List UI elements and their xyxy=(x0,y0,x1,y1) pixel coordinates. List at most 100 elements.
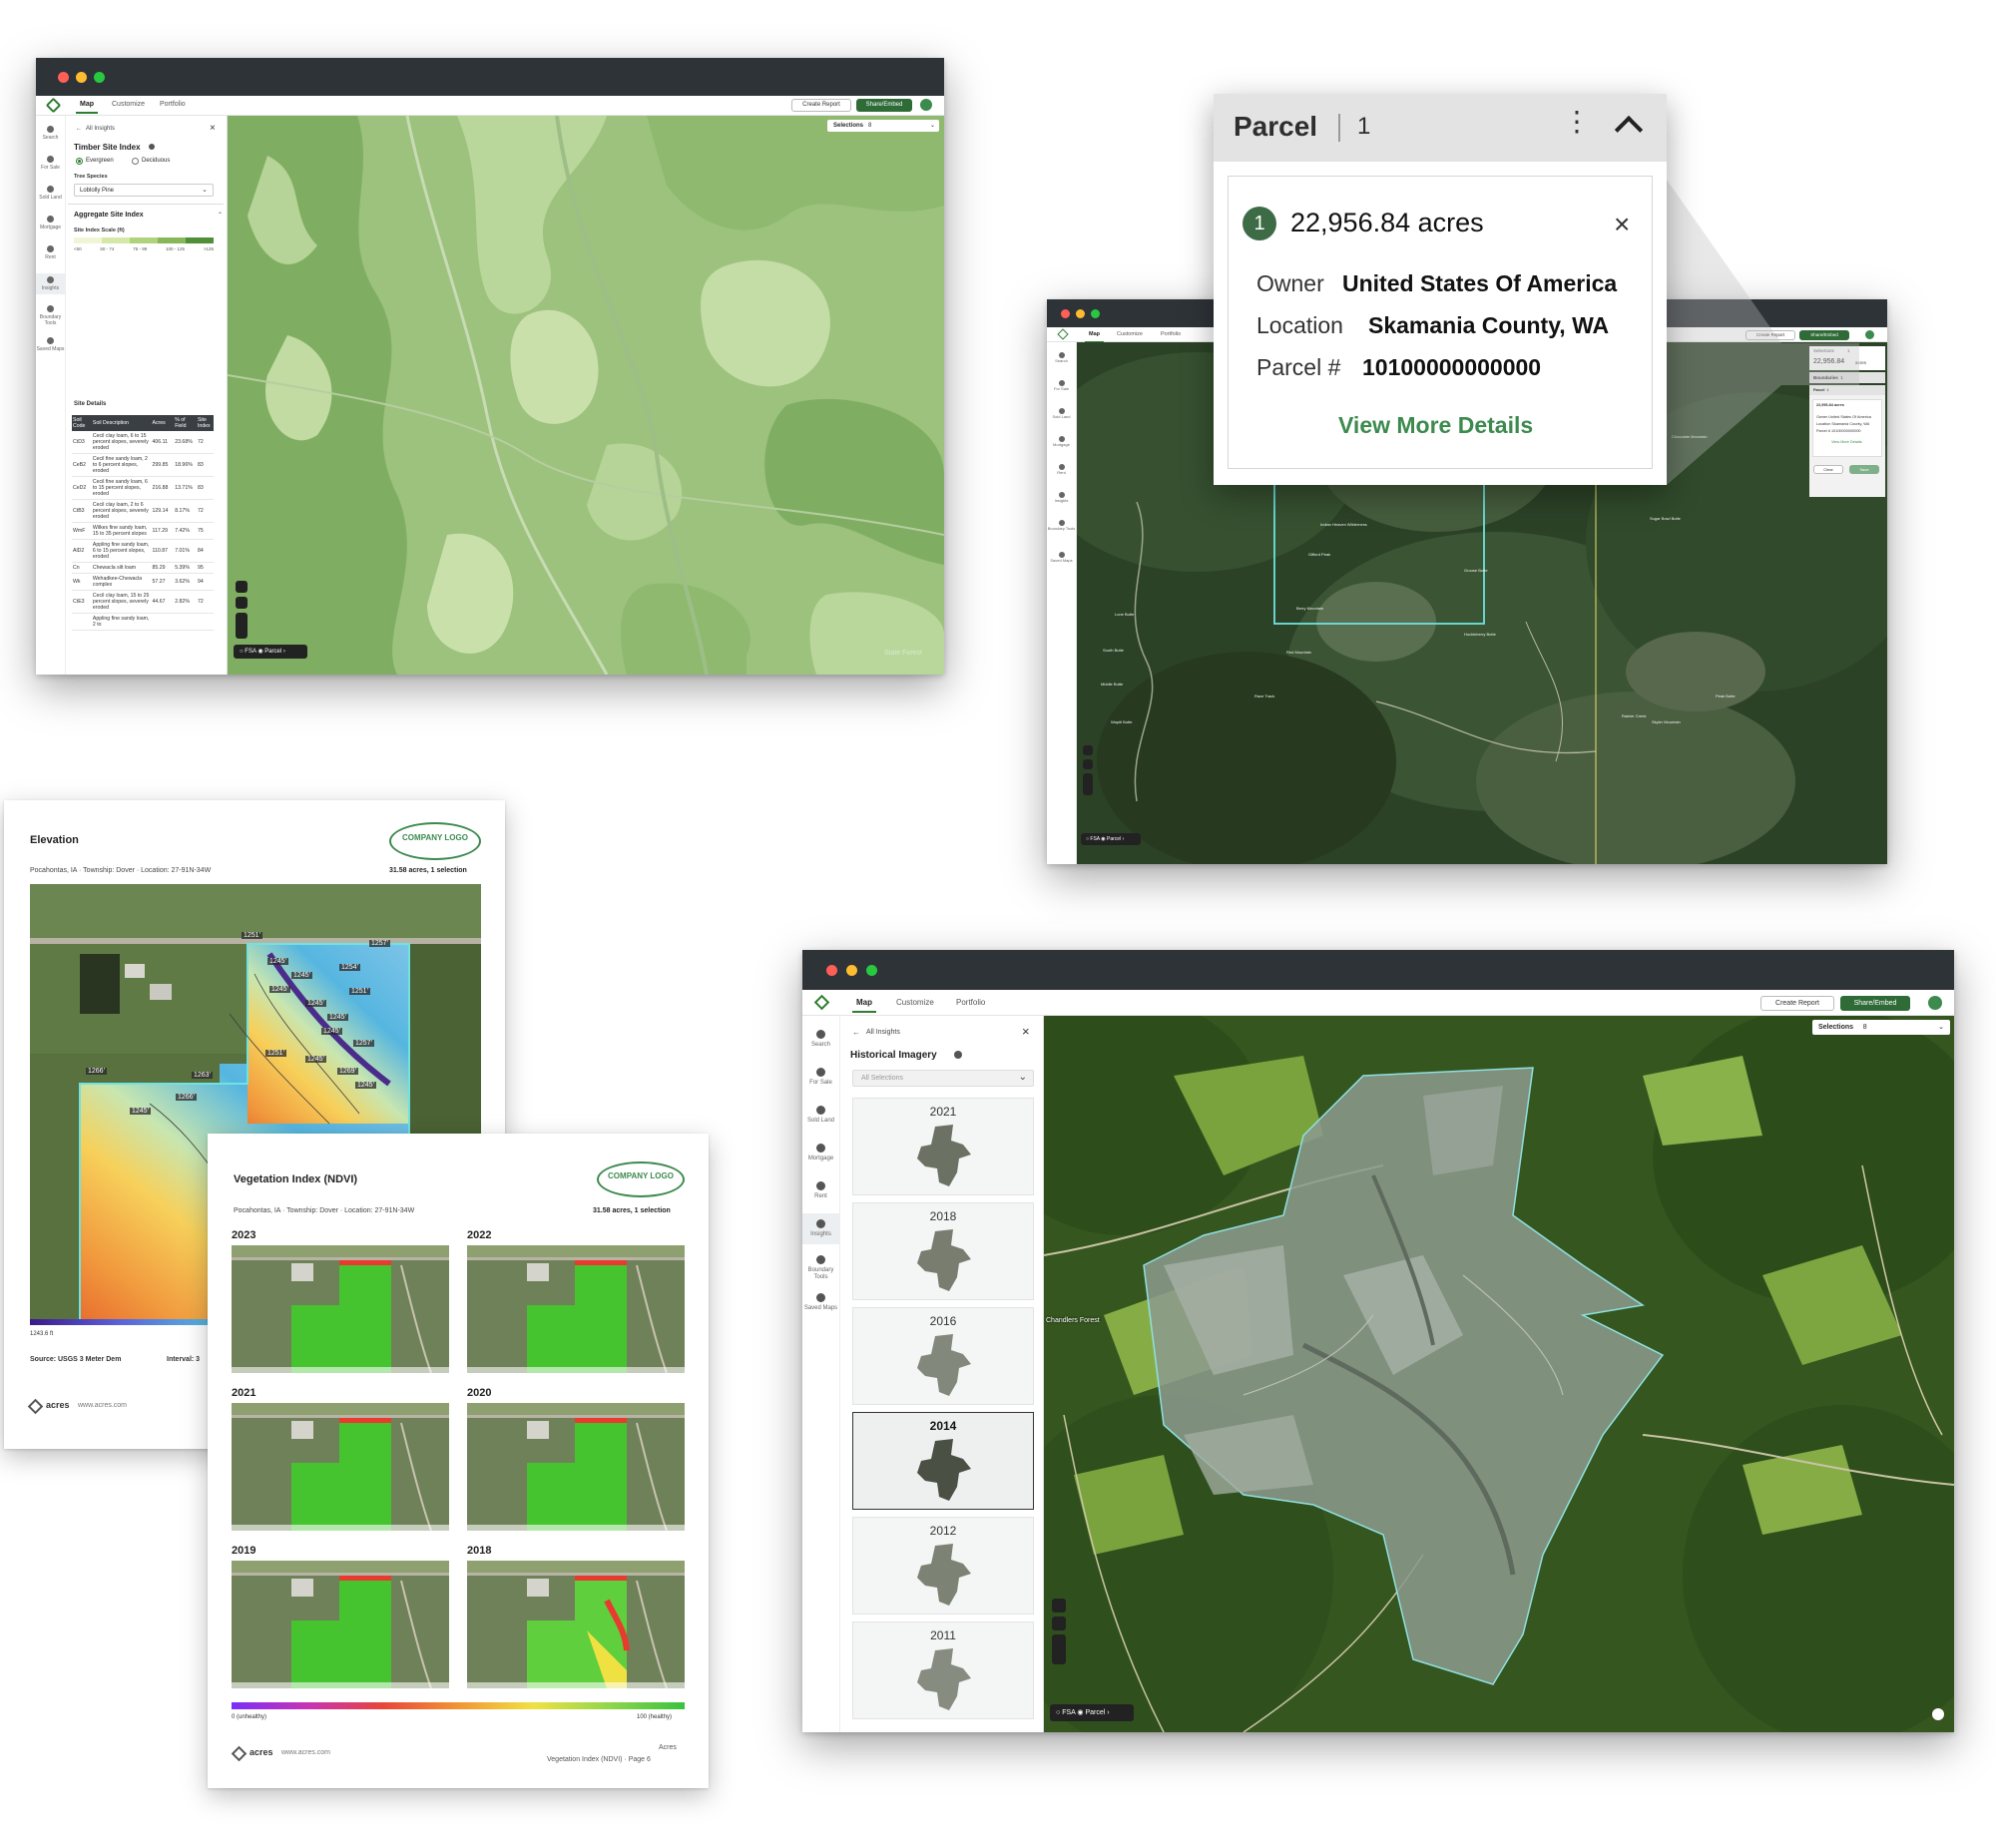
tab-customize[interactable]: Customize xyxy=(896,998,934,1007)
rail-saved-maps[interactable]: Saved Maps xyxy=(36,337,65,352)
avatar[interactable] xyxy=(920,99,932,111)
tab-map[interactable]: Map xyxy=(1085,331,1104,343)
radio-evergreen[interactable] xyxy=(76,158,83,165)
maximize-window-dot[interactable] xyxy=(94,72,105,83)
selections-box[interactable]: Selections 1 22,956.84 acres xyxy=(1809,346,1885,370)
close-window-dot[interactable] xyxy=(58,72,69,83)
info-icon[interactable] xyxy=(149,144,155,150)
settings-icon[interactable] xyxy=(1052,1599,1066,1613)
clear-button[interactable]: Clear xyxy=(1813,465,1843,474)
rail-boundary-tools[interactable]: Boundary Tools xyxy=(802,1255,839,1281)
table-header-cell[interactable]: Soil Code xyxy=(72,415,92,431)
info-icon[interactable] xyxy=(954,1051,962,1059)
create-report-button[interactable]: Create Report xyxy=(1760,996,1834,1011)
selections-dropdown[interactable]: Selections 8 ⌄ xyxy=(1812,1020,1950,1035)
view-more-details-link[interactable]: View More Details xyxy=(1338,412,1533,439)
rail-for-sale[interactable]: For Sale xyxy=(1047,380,1076,391)
maximize-window-dot[interactable] xyxy=(1091,309,1100,318)
imagery-year-card[interactable]: 2011 xyxy=(852,1621,1034,1719)
rail-for-sale[interactable]: For Sale xyxy=(36,156,65,171)
close-icon[interactable]: × xyxy=(1614,209,1630,240)
settings-icon[interactable] xyxy=(1083,745,1093,755)
close-window-dot[interactable] xyxy=(1061,309,1070,318)
radio-deciduous[interactable] xyxy=(132,158,139,165)
layer-toggle[interactable]: ○ FSA ◉ Parcel › xyxy=(234,645,307,659)
rail-mortgage[interactable]: Mortgage xyxy=(36,216,65,231)
locate-icon[interactable] xyxy=(1052,1617,1066,1630)
rail-rent[interactable]: Rent xyxy=(1047,464,1076,475)
back-arrow-icon[interactable]: ← xyxy=(76,126,82,132)
rail-saved-maps[interactable]: Saved Maps xyxy=(1047,552,1076,563)
rail-for-sale[interactable]: For Sale xyxy=(802,1068,839,1087)
table-header-cell[interactable]: Site Index xyxy=(196,415,214,431)
all-insights-link[interactable]: All Insights xyxy=(86,126,115,132)
table-header-cell[interactable]: % of Field xyxy=(174,415,197,431)
rail-mortgage[interactable]: Mortgage xyxy=(1047,436,1076,447)
locate-icon[interactable] xyxy=(1083,759,1093,769)
back-arrow-icon[interactable]: ← xyxy=(852,1028,860,1037)
create-report-button[interactable]: Create Report xyxy=(791,99,851,112)
minimize-window-dot[interactable] xyxy=(1076,309,1085,318)
more-vertical-icon[interactable]: ⋮ xyxy=(1563,108,1591,136)
zoom-control[interactable] xyxy=(236,613,248,639)
rail-insights[interactable]: Insights xyxy=(1047,492,1076,503)
mini-view-more-link[interactable]: View More Details xyxy=(1831,440,1862,444)
tab-portfolio[interactable]: Portfolio xyxy=(956,998,985,1007)
help-icon[interactable] xyxy=(1932,1708,1944,1720)
chevron-up-icon[interactable] xyxy=(1614,115,1644,145)
rail-insights[interactable]: Insights xyxy=(36,273,65,294)
rail-boundary-tools[interactable]: Boundary Tools xyxy=(1047,520,1076,531)
collapse-icon[interactable]: ⌃ xyxy=(218,212,223,219)
acres-logo-icon[interactable] xyxy=(813,994,830,1011)
imagery-year-card[interactable]: 2021 xyxy=(852,1098,1034,1195)
rail-sold-land[interactable]: Sold Land xyxy=(36,186,65,201)
locate-icon[interactable] xyxy=(236,597,248,609)
rail-sold-land[interactable]: Sold Land xyxy=(802,1106,839,1125)
rail-search[interactable]: Search xyxy=(36,126,65,141)
rail-insights[interactable]: Insights xyxy=(802,1213,839,1244)
avatar[interactable] xyxy=(1865,330,1874,339)
all-insights-link[interactable]: All Insights xyxy=(866,1029,900,1036)
rail-search[interactable]: Search xyxy=(1047,352,1076,363)
layer-toggle[interactable]: ○ FSA ◉ Parcel › xyxy=(1050,1704,1134,1721)
rail-search[interactable]: Search xyxy=(802,1030,839,1049)
rail-rent[interactable]: Rent xyxy=(802,1181,839,1200)
imagery-year-card[interactable]: 2012 xyxy=(852,1517,1034,1615)
tab-portfolio[interactable]: Portfolio xyxy=(160,101,186,108)
imagery-year-card[interactable]: 2016 xyxy=(852,1307,1034,1405)
tree-species-select[interactable]: Loblolly Pine ⌄ xyxy=(74,184,214,197)
share-embed-button[interactable]: Share/Embed xyxy=(856,99,912,112)
layer-toggle[interactable]: ○ FSA ◉ Parcel › xyxy=(1081,833,1141,845)
rail-boundary-tools[interactable]: Boundary Tools xyxy=(36,305,65,326)
maximize-window-dot[interactable] xyxy=(866,965,877,976)
table-header-cell[interactable]: Soil Description xyxy=(91,415,152,431)
settings-icon[interactable] xyxy=(236,581,248,593)
save-button[interactable]: Save xyxy=(1849,465,1879,474)
close-window-dot[interactable] xyxy=(826,965,837,976)
table-header-cell[interactable]: Acres xyxy=(151,415,175,431)
site-index-map[interactable]: State Forest ○ FSA ◉ Parcel › Selections… xyxy=(228,116,944,675)
selections-dropdown[interactable]: Selections 8 ⌄ xyxy=(827,120,939,132)
historical-map[interactable]: Chandlers Forest ○ FSA ◉ Parcel › Select… xyxy=(1044,1016,1954,1732)
imagery-year-card[interactable]: 2014 xyxy=(852,1412,1034,1510)
minimize-window-dot[interactable] xyxy=(76,72,87,83)
boundaries-header[interactable]: Boundaries 1 xyxy=(1809,372,1885,383)
rail-saved-maps[interactable]: Saved Maps xyxy=(802,1293,839,1312)
minimize-window-dot[interactable] xyxy=(846,965,857,976)
rail-sold-land[interactable]: Sold Land xyxy=(1047,408,1076,419)
rail-mortgage[interactable]: Mortgage xyxy=(802,1144,839,1162)
tab-map[interactable]: Map xyxy=(852,998,876,1013)
rail-rent[interactable]: Rent xyxy=(36,245,65,260)
tab-customize[interactable]: Customize xyxy=(112,101,145,108)
create-report-button[interactable]: Create Report xyxy=(1746,330,1795,340)
close-icon[interactable]: × xyxy=(210,123,216,134)
avatar[interactable] xyxy=(1928,996,1942,1010)
acres-logo-icon[interactable] xyxy=(1057,328,1069,340)
tab-map[interactable]: Map xyxy=(76,101,98,114)
share-embed-button[interactable]: Share/Embed xyxy=(1799,330,1849,340)
tab-customize[interactable]: Customize xyxy=(1117,331,1143,337)
zoom-control[interactable] xyxy=(1083,773,1093,795)
close-icon[interactable]: × xyxy=(1022,1024,1030,1039)
acres-logo-icon[interactable] xyxy=(45,97,62,114)
tab-portfolio[interactable]: Portfolio xyxy=(1161,331,1181,337)
